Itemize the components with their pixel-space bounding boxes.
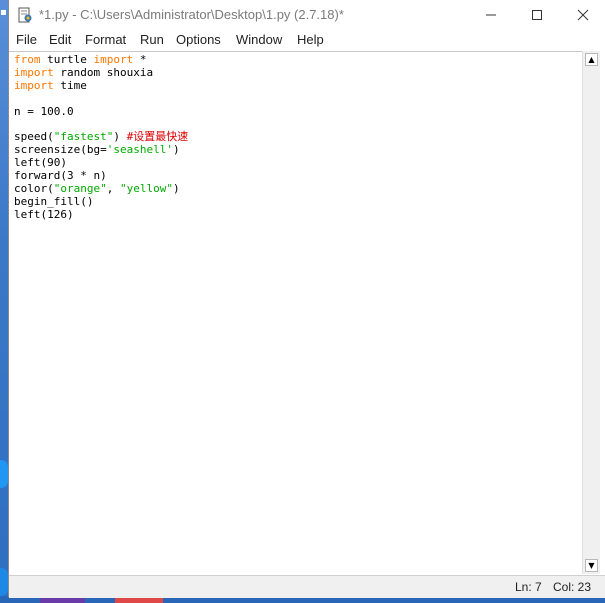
code-editor[interactable]: from turtle import * import random shouxi…: [9, 51, 582, 575]
code-keyword: import: [14, 65, 54, 79]
close-icon: [577, 9, 589, 21]
cursor-column: Col: 23: [553, 580, 592, 594]
scroll-up-button[interactable]: ▲: [585, 53, 598, 66]
code-string: "orange": [53, 181, 107, 195]
minimize-icon: [486, 14, 496, 16]
menu-bar: File Edit Format Run Options Window Help: [9, 30, 605, 50]
menu-options[interactable]: Options: [176, 32, 221, 47]
code-keyword: import: [14, 78, 54, 92]
desktop-fragment: ▪: [0, 7, 7, 18]
close-button[interactable]: [560, 0, 605, 30]
code-keyword: from: [14, 53, 41, 66]
code-keyword: import: [93, 53, 134, 66]
code-token: screensize(bg=: [14, 143, 107, 157]
code-token: random shouxia: [53, 65, 154, 79]
code-token: left(90): [14, 156, 67, 170]
code-token: turtle: [40, 53, 94, 66]
code-token: ): [113, 130, 127, 144]
menu-run[interactable]: Run: [140, 32, 164, 47]
window-title: *1.py - C:\Users\Administrator\Desktop\1…: [39, 7, 344, 22]
code-token: color(: [14, 181, 54, 195]
menu-window[interactable]: Window: [236, 32, 282, 47]
code-string: "yellow": [119, 181, 173, 195]
code-line: left(126): [14, 207, 188, 222]
cursor-line: Ln: 7: [515, 580, 542, 594]
code-token: *: [133, 53, 147, 66]
code-token: time: [53, 78, 87, 92]
code-string: "fastest": [53, 130, 114, 144]
title-bar[interactable]: *1.py - C:\Users\Administrator\Desktop\1…: [9, 0, 605, 30]
idle-editor-window: *1.py - C:\Users\Administrator\Desktop\1…: [8, 0, 605, 598]
menu-edit[interactable]: Edit: [49, 32, 71, 47]
code-token: n = 100.0: [14, 104, 74, 118]
code-line: import time: [14, 78, 188, 93]
code-token: begin_fill(): [14, 194, 94, 208]
code-text[interactable]: from turtle import * import random shouxi…: [14, 53, 189, 222]
minimize-button[interactable]: [468, 0, 514, 30]
menu-file[interactable]: File: [16, 32, 37, 47]
status-bar: Ln: 7 Col: 23: [9, 575, 605, 598]
code-token: left(126): [14, 207, 74, 221]
arrow-down-icon: ▼: [588, 561, 595, 570]
code-token: ,: [106, 181, 120, 195]
scroll-down-button[interactable]: ▼: [585, 559, 598, 572]
menu-help[interactable]: Help: [297, 32, 324, 47]
code-comment: #设置最快速: [126, 130, 189, 144]
code-token: ): [172, 143, 180, 157]
code-token: forward(3 * n): [14, 169, 107, 183]
desktop-app-icon: [0, 568, 8, 596]
code-token: ): [172, 181, 180, 195]
maximize-icon: [532, 10, 542, 20]
menu-format[interactable]: Format: [85, 32, 126, 47]
code-string: 'seashell': [106, 143, 173, 157]
arrow-up-icon: ▲: [588, 55, 595, 64]
code-token: speed(: [14, 130, 54, 144]
idle-file-icon: [18, 7, 32, 23]
vertical-scrollbar[interactable]: ▲ ▼: [582, 51, 600, 574]
desktop-app-icon: [0, 460, 8, 488]
desktop-background: [0, 0, 8, 603]
code-line: n = 100.0: [14, 104, 188, 119]
maximize-button[interactable]: [514, 0, 560, 30]
